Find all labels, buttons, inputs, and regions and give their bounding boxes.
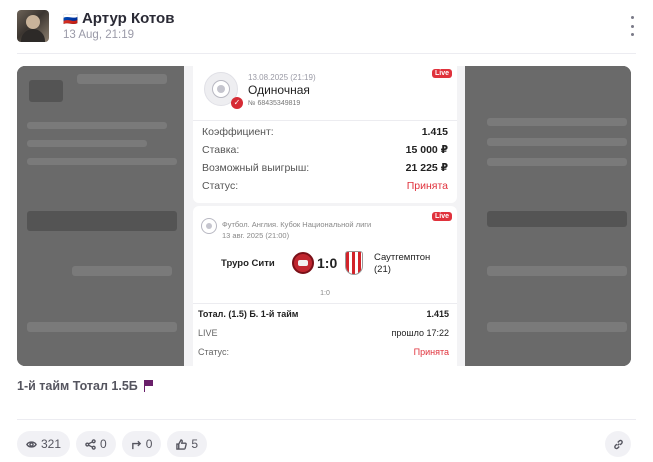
views-button[interactable]: 321 [17,431,71,457]
away-team-name-line2: (21) [374,264,391,275]
possible-win-value: 21 225 ₽ [405,162,448,174]
live-label: LIVE [198,328,218,338]
market-row: Тотал. (1.5) Б. 1-й тайм 1.415 [198,309,449,319]
away-team-name-line1: Саутгемптон [374,252,431,263]
event-card: Футбол. Англия. Кубок Национальной лиги … [193,206,457,366]
market-value: 1.415 [426,309,449,319]
live-row: LIVE прошло 17:22 [198,328,449,338]
ticket-type: Одиночная [248,83,310,97]
status-label: Статус: [202,180,239,192]
share-button[interactable]: 0 [76,431,116,457]
market-label: Тотал. (1.5) Б. 1-й тайм [198,309,299,319]
event-status-row: Статус: Принята [198,347,449,357]
post-timestamp: 13 Aug, 21:19 [63,29,134,41]
footer-divider [17,419,636,420]
repost-icon [131,440,141,449]
away-team-crest-icon [345,251,363,275]
author-flag-icon: 🇷🇺 [63,11,78,26]
ticket-divider [193,120,457,121]
flag-icon [143,380,154,392]
ticket-number: № 68435349819 [248,100,301,107]
caption-text: 1-й тайм Тотал 1.5Б [17,379,138,393]
post-actions: 321 0 0 5 [17,431,208,457]
period-score: 1:0 [320,290,330,297]
views-count: 321 [41,437,62,451]
author-row: 🇷🇺 Артур Котов [63,10,174,27]
post-header: 🇷🇺 Артур Котов 13 Aug, 21:19 [17,10,636,44]
share-icon [85,438,96,450]
ticket-date: 13.08.2025 (21:19) [248,73,316,82]
match-score: 1:0 [317,255,338,271]
avatar[interactable] [17,10,49,42]
post-image[interactable]: ✓ 13.08.2025 (21:19) Одиночная № 6843534… [17,66,631,366]
accepted-check-icon: ✓ [231,97,243,109]
author-name[interactable]: Артур Котов [82,10,174,27]
thumbs-up-icon [176,438,188,450]
event-status-label: Статус: [198,347,229,357]
repost-button[interactable]: 0 [121,431,162,457]
event-status-value: Принята [413,347,449,357]
eye-icon [26,440,37,448]
possible-win-row: Возможный выигрыш: 21 225 ₽ [202,162,448,174]
ticket-summary: ✓ 13.08.2025 (21:19) Одиночная № 6843534… [193,66,457,203]
post-caption: 1-й тайм Тотал 1.5Б [17,379,154,393]
coefficient-value: 1.415 [421,126,448,138]
elapsed-time: прошло 17:22 [391,328,450,338]
soccer-ball-icon [201,218,217,234]
bet-ticket: ✓ 13.08.2025 (21:19) Одиночная № 6843534… [184,66,465,366]
home-team-name: Труро Сити [221,258,275,269]
link-icon [613,439,623,449]
status-row: Статус: Принята [202,180,448,192]
likes-count: 5 [191,437,199,451]
like-button[interactable]: 5 [167,431,208,457]
possible-win-label: Возможный выигрыш: [202,162,310,174]
more-options-icon[interactable] [628,16,636,36]
coefficient-row: Коэффициент: 1.415 [202,126,448,138]
stake-value: 15 000 ₽ [405,144,448,156]
soccer-ball-icon [212,80,230,98]
header-divider [17,53,636,54]
event-divider [193,303,457,304]
event-live-badge: Live [431,212,452,221]
event-league: Футбол. Англия. Кубок Национальной лиги [222,220,372,229]
stake-row: Ставка: 15 000 ₽ [202,144,448,156]
stake-label: Ставка: [202,144,240,156]
away-team-name: Саутгемптон (21) [374,252,430,276]
copy-link-button[interactable] [605,431,631,457]
shares-count: 0 [100,437,107,451]
status-value: Принята [406,180,448,192]
live-badge: Live [431,69,452,78]
event-date: 13 авг. 2025 (21:00) [222,231,290,240]
home-team-crest-icon [292,252,314,274]
coefficient-label: Коэффициент: [202,126,274,138]
reposts-count: 0 [145,437,153,451]
